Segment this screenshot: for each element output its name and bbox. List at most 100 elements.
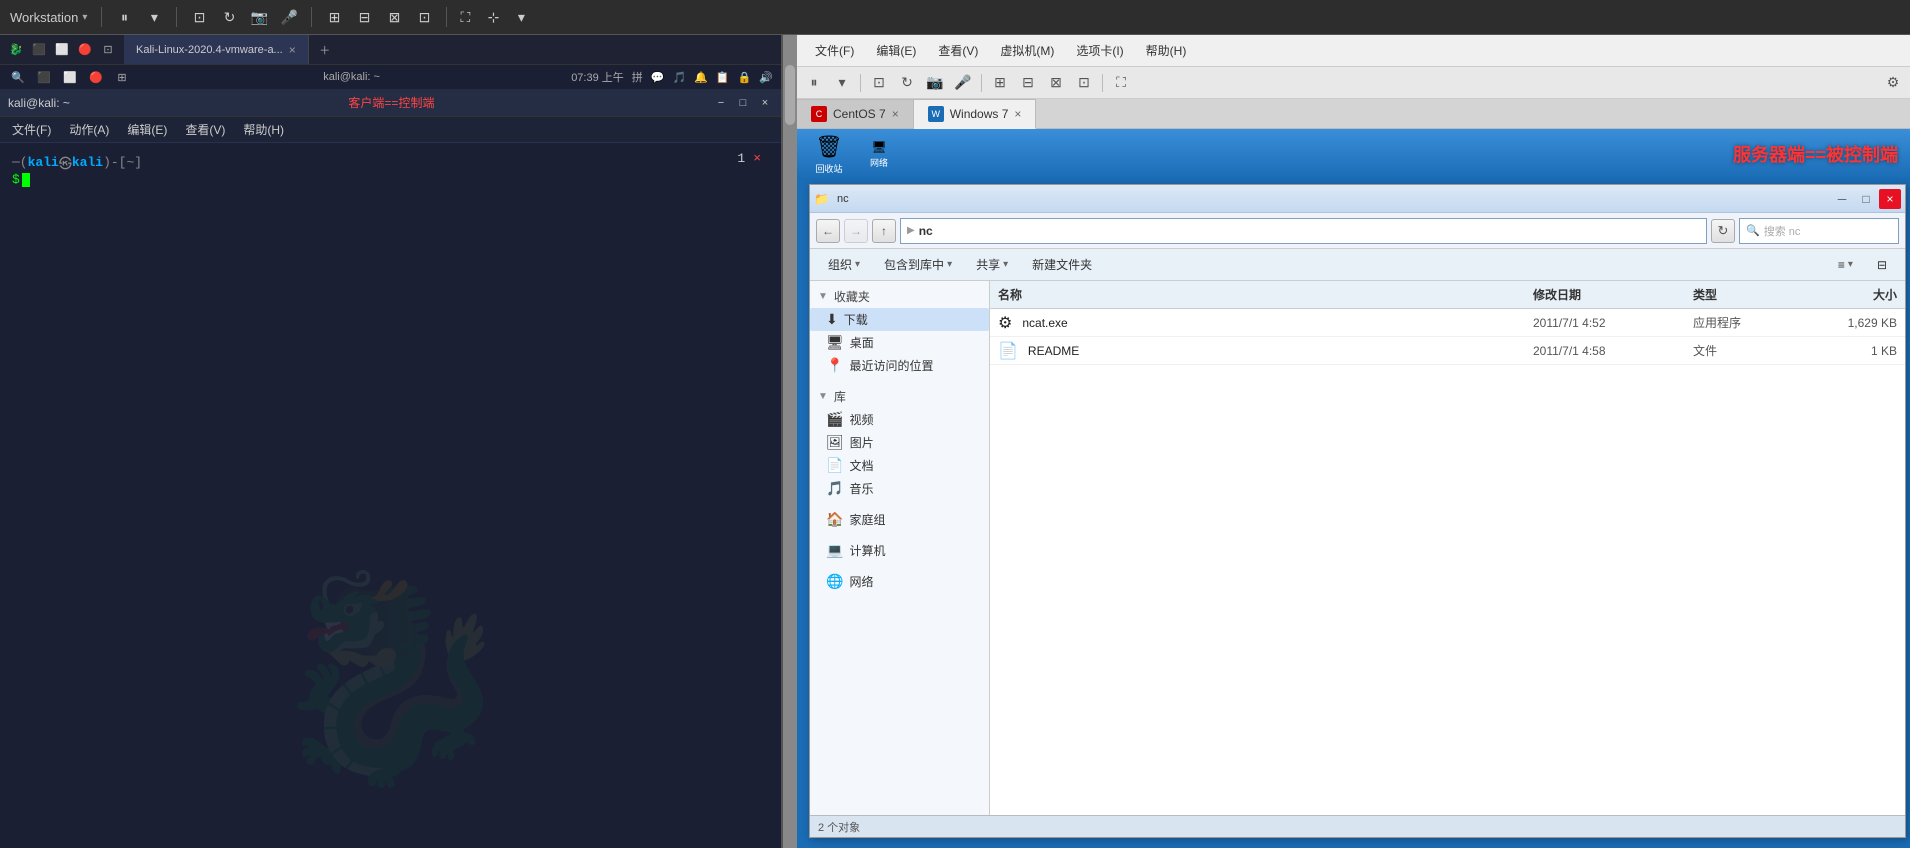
view-normal-button[interactable]: ⊞ [320,3,348,31]
scrollbar-thumb[interactable] [785,65,795,125]
nav-up-btn[interactable]: ↑ [872,219,896,243]
tab-windows7[interactable]: W Windows 7 × [914,99,1037,129]
organize-btn[interactable]: 组织 ▾ [818,253,870,276]
maximize-button[interactable]: □ [735,95,751,111]
vmware-menu-tabs[interactable]: 选项卡(I) [1066,38,1133,63]
nav-separator-2 [810,500,989,508]
nav-item-music[interactable]: 🎵 音乐 [810,477,989,500]
vmware-toolbar-dropdown[interactable]: ▾ [829,70,855,96]
include-library-btn[interactable]: 包含到库中 ▾ [874,253,962,276]
vmware-view-split[interactable]: ⊡ [1071,70,1097,96]
vmware-menu-help[interactable]: 帮助(H) [1136,38,1197,63]
nav-item-document[interactable]: 📄 文档 [810,454,989,477]
nav-forward-btn[interactable]: → [844,219,868,243]
search-box[interactable]: 🔍 搜索 nc [1739,218,1899,244]
nav-back-btn[interactable]: ← [816,219,840,243]
nav-item-network[interactable]: 🌐 网络 [810,570,989,593]
menu-help[interactable]: 帮助(H) [235,118,292,141]
view-full-button[interactable]: ⊠ [380,3,408,31]
vmware-view-full[interactable]: ⊠ [1043,70,1069,96]
nav-item-computer[interactable]: 💻 计算机 [810,539,989,562]
kali-icon-4[interactable]: 🔴 [75,40,95,60]
vmware-settings-btn[interactable]: ⚙ [1880,70,1906,96]
menu-file[interactable]: 文件(F) [4,118,59,141]
col-date[interactable]: 修改日期 [1525,286,1685,303]
kali-icon-3[interactable]: ⬜ [52,40,72,60]
share-btn[interactable]: 共享 ▾ [966,253,1018,276]
minimize-button[interactable]: − [713,95,729,111]
cycle-button[interactable]: ↻ [215,3,243,31]
kali-terminal-window-title: kali@kali: ~ [8,96,70,110]
mic-button[interactable]: 🎤 [275,3,303,31]
status-icon-2[interactable]: ⬛ [34,67,54,87]
readme-icon: 📄 [998,341,1018,361]
refresh-btn[interactable]: ↻ [1711,219,1735,243]
ncat-exe-size: 1,629 KB [1805,316,1905,330]
nav-favorites-header[interactable]: ▼ 收藏夹 [810,285,989,308]
kali-tab-close[interactable]: × [289,43,296,57]
nav-item-recent[interactable]: 📍 最近访问的位置 [810,354,989,377]
win7-trash-icon[interactable]: 🗑 回收站 [809,134,849,174]
kali-icon-2[interactable]: ⬛ [29,40,49,60]
workstation-menu[interactable]: Workstation ▾ [0,10,97,25]
win7-tab-close[interactable]: × [1014,107,1021,121]
menu-action[interactable]: 动作(A) [61,118,117,141]
tab-close-btn[interactable]: × [753,151,761,166]
new-folder-btn[interactable]: 新建文件夹 [1022,253,1102,276]
win7-network-icon[interactable]: 🖥 网络 [859,134,899,174]
vmware-mic-btn[interactable]: 🎤 [950,70,976,96]
nav-item-picture[interactable]: 🖼 图片 [810,431,989,454]
kali-icon-1[interactable]: 🐉 [6,40,26,60]
address-path-box[interactable]: ▶ nc [900,218,1707,244]
toolbar-dropdown-btn[interactable]: ▾ [140,3,168,31]
vmware-fit-btn[interactable]: ⊡ [866,70,892,96]
nav-item-desktop[interactable]: 🖥 桌面 [810,331,989,354]
kali-add-tab[interactable]: ＋ [315,40,335,60]
view-toggle-btn[interactable]: ≡ ▾ [1828,255,1863,275]
unity-button[interactable]: ⊹ [479,3,507,31]
fullscreen-button[interactable]: ⛶ [451,3,479,31]
status-icon-1[interactable]: 🔍 [8,67,28,87]
panel-scrollbar[interactable] [783,35,797,848]
vmware-screenshot-btn[interactable]: 📷 [922,70,948,96]
table-row[interactable]: 📄 README 2011/7/1 4:58 文件 1 KB [990,337,1905,365]
fit-window-button[interactable]: ⊡ [185,3,213,31]
nav-item-video[interactable]: 🎬 视频 [810,408,989,431]
nav-item-download[interactable]: ⬇ 下载 [810,308,989,331]
nav-item-homegroup[interactable]: 🏠 家庭组 [810,508,989,531]
table-row[interactable]: ⚙ ncat.exe 2011/7/1 4:52 应用程序 1,629 KB [990,309,1905,337]
kali-terminal-content[interactable]: 🐉 ─(kali㉿kali)-[~] $ 1 × [0,143,781,848]
view-split-button[interactable]: ⊡ [410,3,438,31]
explorer-minimize[interactable]: ─ [1831,189,1853,209]
nav-library-header[interactable]: ▼ 库 [810,385,989,408]
vmware-pause-btn[interactable]: ⏸ [801,70,827,96]
status-icon-5[interactable]: ⊞ [112,67,132,87]
status-icon-3[interactable]: ⬜ [60,67,80,87]
unity-dropdown-button[interactable]: ▾ [507,3,535,31]
col-type[interactable]: 类型 [1685,286,1805,303]
kali-main-tab[interactable]: Kali-Linux-2020.4-vmware-a... × [124,35,309,64]
close-button[interactable]: × [757,95,773,111]
vmware-menu-vm[interactable]: 虚拟机(M) [990,38,1064,63]
vmware-fullscreen[interactable]: ⛶ [1108,70,1134,96]
vmware-menu-file[interactable]: 文件(F) [805,38,864,63]
col-size[interactable]: 大小 [1805,286,1905,303]
explorer-maximize[interactable]: □ [1855,189,1877,209]
menu-view[interactable]: 查看(V) [177,118,233,141]
col-name[interactable]: 名称 [990,286,1525,303]
centos-tab-close[interactable]: × [892,107,899,121]
vmware-menu-edit[interactable]: 编辑(E) [866,38,926,63]
vmware-cycle-btn[interactable]: ↻ [894,70,920,96]
vmware-menu-view[interactable]: 查看(V) [928,38,988,63]
screenshot-button[interactable]: 📷 [245,3,273,31]
explorer-close[interactable]: × [1879,189,1901,209]
vmware-view-normal[interactable]: ⊞ [987,70,1013,96]
menu-edit[interactable]: 编辑(E) [119,118,175,141]
view-tabs-button[interactable]: ⊟ [350,3,378,31]
status-icon-4[interactable]: 🔴 [86,67,106,87]
preview-pane-btn[interactable]: ⊟ [1867,255,1897,275]
pause-button[interactable]: ⏸ [110,3,138,31]
tab-centos7[interactable]: C CentOS 7 × [797,99,914,128]
vmware-view-tab[interactable]: ⊟ [1015,70,1041,96]
kali-icon-5[interactable]: ⊡ [98,40,118,60]
